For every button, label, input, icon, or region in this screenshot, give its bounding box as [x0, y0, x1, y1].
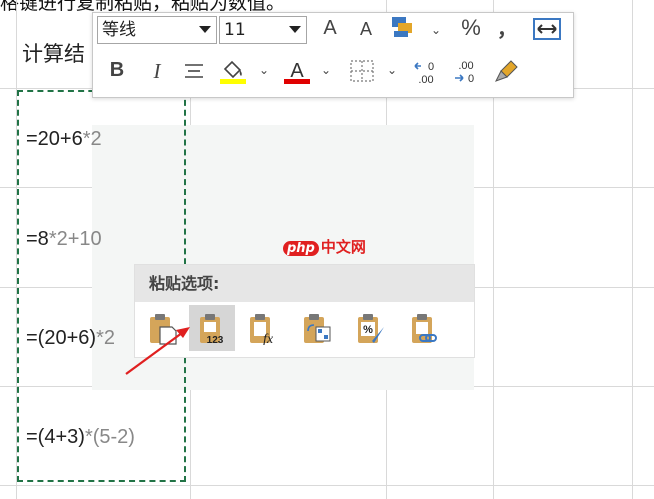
- mini-toolbar: 等线 11 A A ⌄ % ， B I ⌄ A ⌄ ⌄ 0 .00 .00 0: [92, 12, 574, 98]
- font-color-icon: A: [284, 60, 310, 84]
- accounting-format-icon: [392, 17, 412, 37]
- svg-text:.00: .00: [458, 60, 473, 72]
- decrease-decimal-icon: .00 0: [455, 60, 474, 85]
- number-format-button[interactable]: [389, 15, 419, 47]
- caption-text: 格键进行复制粘贴，粘贴为数值。: [0, 0, 286, 14]
- format-painter-icon: [494, 60, 518, 82]
- chevron-down-icon[interactable]: ⌄: [259, 63, 269, 77]
- clipboard-formatting-icon: %: [358, 314, 384, 343]
- paste-transpose-button[interactable]: [293, 305, 339, 351]
- svg-text:%: %: [363, 324, 373, 336]
- increase-decimal-icon: 0 .00: [414, 61, 434, 86]
- shrink-font-button[interactable]: A: [355, 19, 377, 40]
- chevron-down-icon[interactable]: [199, 26, 211, 33]
- watermark-badge: php: [283, 241, 319, 256]
- svg-text:0: 0: [468, 73, 474, 85]
- paste-formulas-button[interactable]: fx: [239, 305, 285, 351]
- paste-formatting-button[interactable]: %: [347, 305, 393, 351]
- percent-style-button[interactable]: %: [459, 15, 483, 41]
- borders-icon: [350, 60, 374, 82]
- decrease-decimal-button[interactable]: .00 0: [451, 57, 481, 93]
- annotation-arrow-icon: [125, 327, 190, 375]
- merge-cells-icon: [533, 18, 561, 40]
- clipboard-link-icon: [412, 314, 437, 343]
- chevron-down-icon[interactable]: ⌄: [321, 63, 331, 77]
- chevron-down-icon[interactable]: ⌄: [387, 63, 397, 77]
- svg-text:0: 0: [428, 61, 434, 73]
- font-name-value: 等线: [102, 20, 136, 40]
- grow-font-button[interactable]: A: [319, 17, 341, 40]
- borders-button[interactable]: [349, 59, 375, 89]
- header-cell[interactable]: 计算结: [22, 38, 85, 68]
- clipboard-values-icon: 123: [200, 314, 224, 345]
- paste-values-badge: 123: [207, 335, 224, 345]
- watermark: php 中文网: [283, 236, 366, 257]
- font-name-select[interactable]: 等线: [97, 16, 217, 44]
- align-center-icon: [185, 64, 203, 78]
- chevron-down-icon[interactable]: ⌄: [431, 23, 441, 37]
- paste-formulas-fx: fx: [263, 332, 274, 345]
- comma-style-button[interactable]: ，: [497, 13, 517, 42]
- font-color-button[interactable]: A: [283, 57, 311, 91]
- bold-button[interactable]: B: [107, 59, 127, 82]
- align-center-button[interactable]: [183, 61, 205, 87]
- clipboard-formula-icon: fx: [250, 314, 274, 345]
- font-size-value: 11: [224, 20, 246, 40]
- watermark-text: 中文网: [320, 238, 366, 256]
- paste-options-title: 粘贴选项:: [135, 265, 474, 302]
- paste-link-button[interactable]: [401, 305, 447, 351]
- font-size-select[interactable]: 11: [219, 16, 307, 44]
- merge-center-button[interactable]: [533, 17, 561, 47]
- svg-text:A: A: [290, 60, 304, 82]
- clipboard-transpose-icon: [304, 314, 331, 343]
- italic-button[interactable]: I: [147, 59, 167, 84]
- fill-color-button[interactable]: [219, 57, 247, 91]
- svg-text:.00: .00: [418, 74, 433, 86]
- increase-decimal-button[interactable]: 0 .00: [411, 57, 441, 93]
- chevron-down-icon[interactable]: [289, 26, 301, 33]
- paint-bucket-icon: [220, 60, 246, 84]
- format-painter-button[interactable]: [493, 57, 521, 91]
